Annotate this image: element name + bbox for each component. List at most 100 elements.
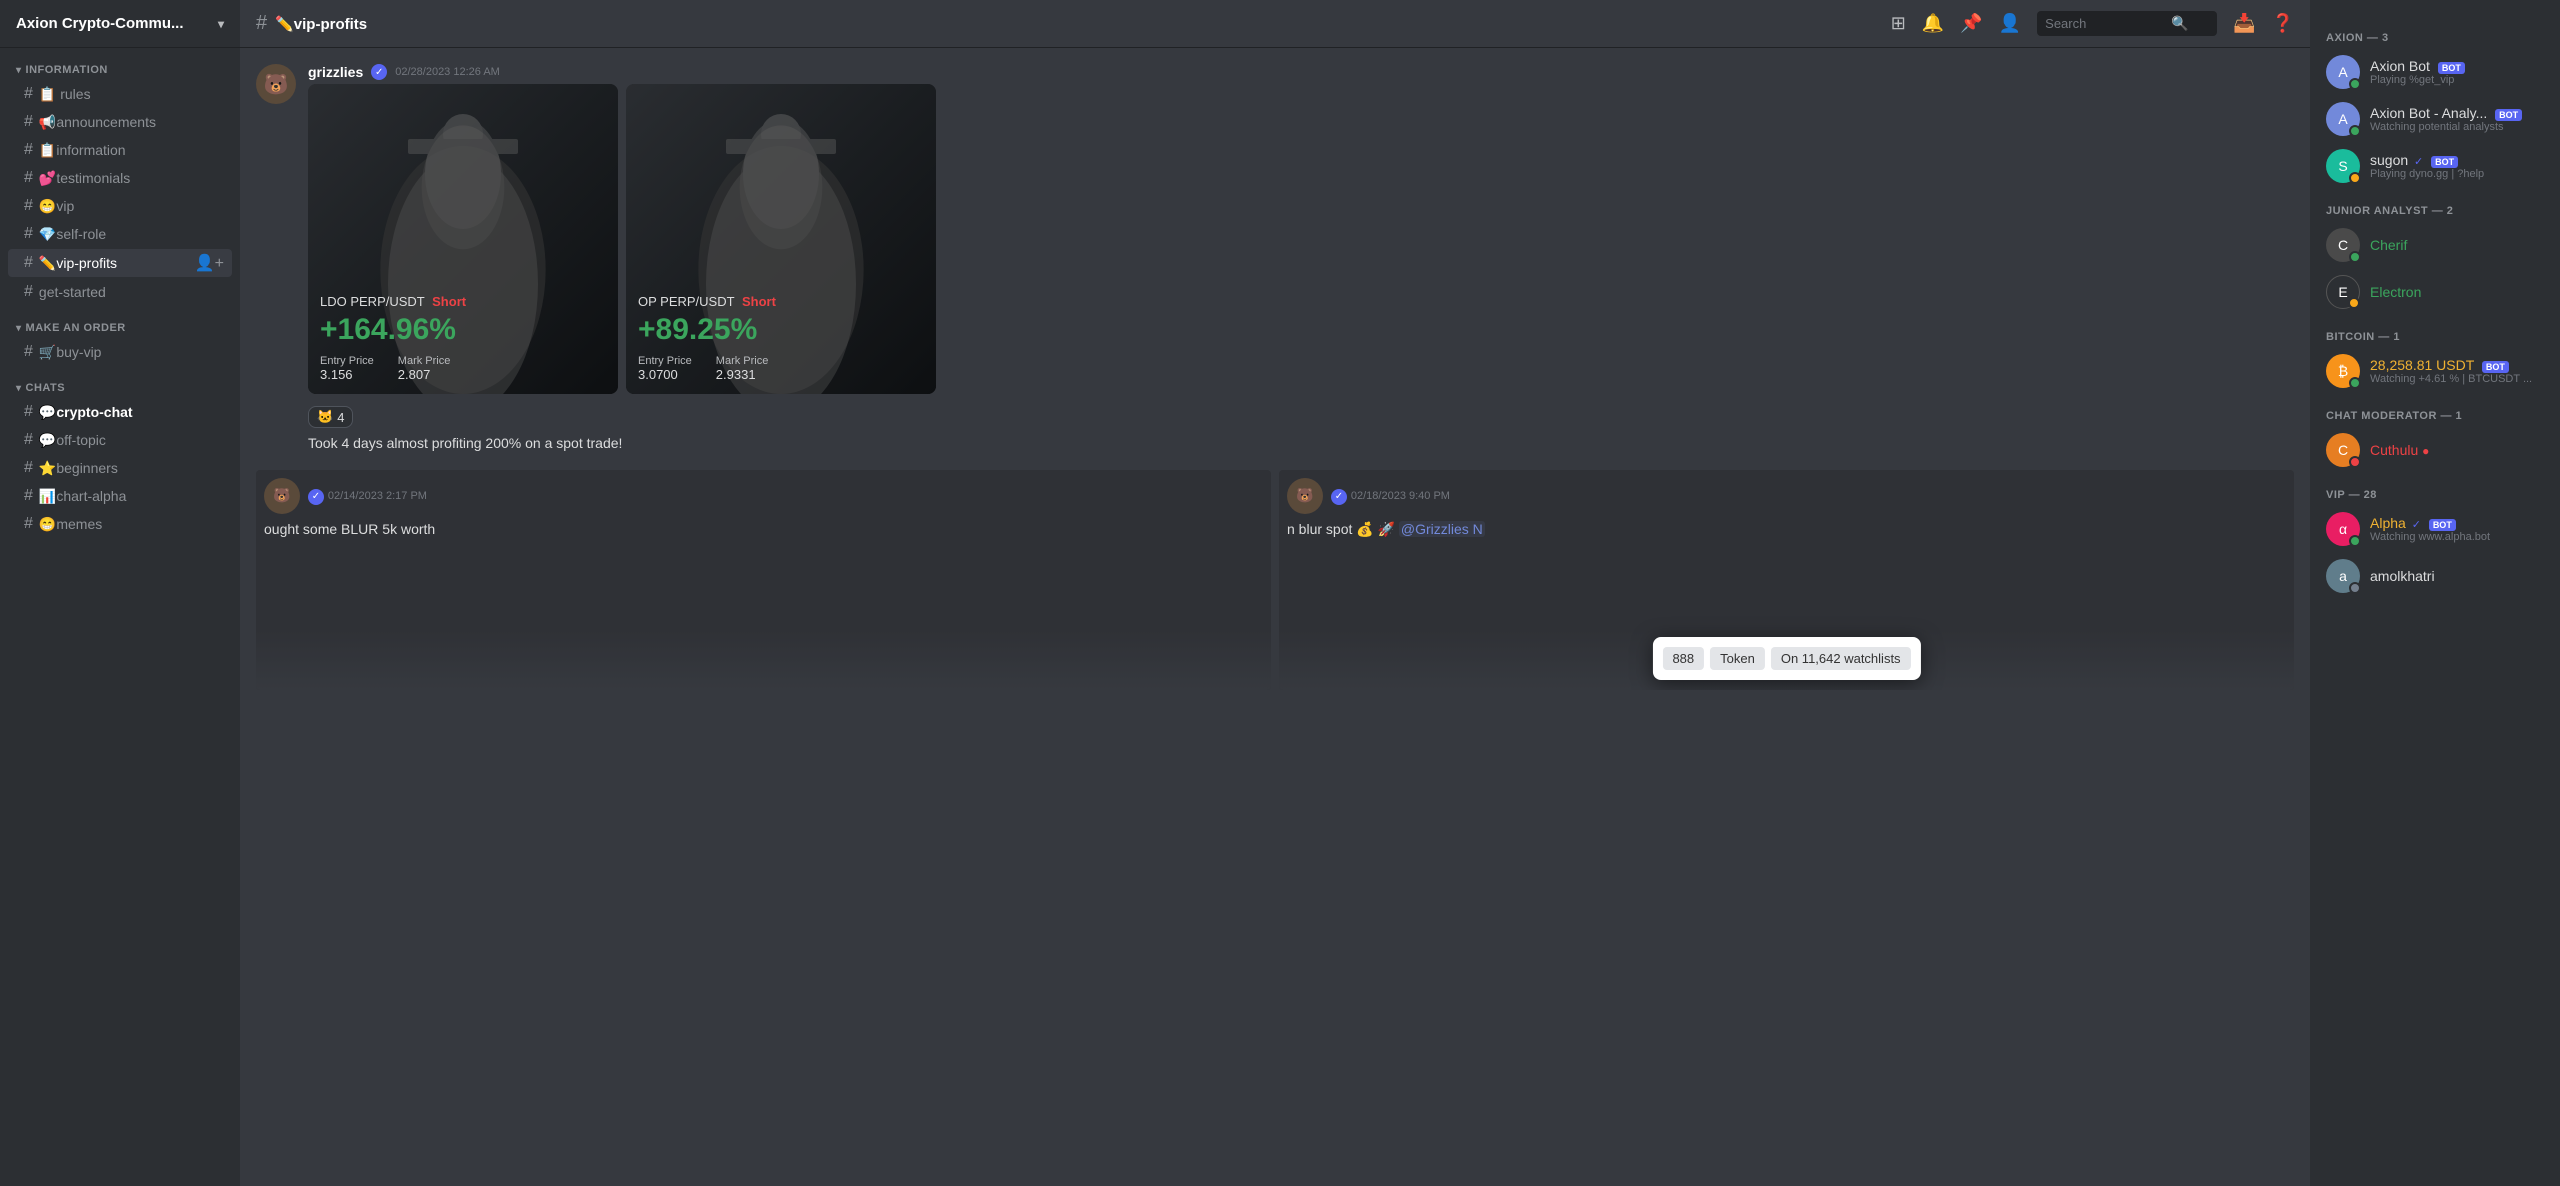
members-group-axion: AXION — 3	[2318, 24, 2552, 48]
verified-icon: ✓	[2412, 519, 2421, 531]
channel-rules[interactable]: # 📋 rules	[8, 81, 232, 107]
trade-pair: LDO PERP/USDT Short	[320, 294, 606, 309]
partial-meta-right: 🐻 ✓ 02/18/2023 9:40 PM	[1287, 478, 2286, 514]
trade-pair-2: OP PERP/USDT Short	[638, 294, 924, 309]
pin-icon[interactable]: 📌	[1960, 13, 1982, 34]
main-content: # ✏️vip-profits ⊞ 🔔 📌 👤 🔍 📥 ❓ 🐻 grizzlie…	[240, 0, 2310, 1186]
popup-tag-number[interactable]: 888	[1662, 647, 1704, 670]
entry-price: Entry Price 3.156	[320, 355, 374, 382]
avatar: α	[2326, 512, 2360, 546]
channel-chart-alpha[interactable]: # 📊chart-alpha	[8, 483, 232, 509]
member-status: Playing dyno.gg | ?help	[2370, 168, 2544, 180]
caret-icon: ▾	[16, 65, 22, 76]
help-icon[interactable]: ❓	[2272, 13, 2294, 34]
hash-icon: #	[24, 403, 33, 421]
hash-icon: #	[24, 113, 33, 131]
channel-beginners[interactable]: # ⭐beginners	[8, 455, 232, 481]
mark-price-2: Mark Price 2.9331	[716, 355, 769, 382]
partial-verified-right: ✓	[1331, 489, 1347, 505]
member-name: Alpha ✓ BOT	[2370, 515, 2544, 531]
member-alpha[interactable]: α Alpha ✓ BOT Watching www.alpha.bot	[2318, 506, 2552, 552]
member-amolkhatri[interactable]: a amolkhatri	[2318, 553, 2552, 599]
channel-vip-profits[interactable]: # ✏️vip-profits 👤+	[8, 249, 232, 277]
hashtag-icon[interactable]: ⊞	[1891, 13, 1906, 34]
search-input[interactable]	[2045, 16, 2165, 31]
members-icon[interactable]: 👤	[1999, 13, 2021, 34]
member-name: Axion Bot - Analy... BOT	[2370, 105, 2544, 121]
add-member-icon[interactable]: 👤+	[195, 253, 224, 273]
partial-msg-left: 🐻 ✓ 02/14/2023 2:17 PM ought some BLUR 5…	[256, 470, 1271, 690]
trade-card-1: LDO PERP/USDT Short +164.96% Entry Price…	[308, 84, 618, 394]
member-electron[interactable]: E Electron	[2318, 269, 2552, 315]
channel-information[interactable]: # 📋information	[8, 137, 232, 163]
hash-icon: #	[24, 487, 33, 505]
hash-icon: #	[24, 515, 33, 533]
partial-avatar-right: 🐻	[1287, 478, 1323, 514]
status-dot-online	[2349, 251, 2361, 263]
member-axion-bot[interactable]: A Axion Bot BOT Playing %get_vip	[2318, 49, 2552, 95]
reaction[interactable]: 🐱 4	[308, 406, 353, 428]
member-sugon[interactable]: S sugon ✓ BOT Playing dyno.gg | ?help	[2318, 143, 2552, 189]
popup-tag-token[interactable]: Token	[1710, 647, 1765, 670]
member-info: sugon ✓ BOT Playing dyno.gg | ?help	[2370, 152, 2544, 180]
trade-card-2: OP PERP/USDT Short +89.25% Entry Price 3…	[626, 84, 936, 394]
message-group: 🐻 grizzlies ✓ 02/28/2023 12:26 AM	[256, 64, 2294, 454]
reaction-count: 4	[337, 410, 344, 425]
members-group-chat-moderator: CHAT MODERATOR — 1	[2318, 402, 2552, 426]
trade-percent-2: +89.25%	[638, 313, 924, 347]
member-info: Cherif	[2370, 237, 2544, 253]
channel-hash-icon: #	[256, 12, 267, 35]
member-name: Cherif	[2370, 237, 2544, 253]
section-chats[interactable]: ▾ CHATS	[0, 366, 240, 398]
avatar: A	[2326, 102, 2360, 136]
popup-tags-row: 888 Token On 11,642 watchlists	[1662, 647, 1910, 670]
channel-memes[interactable]: # 😁memes	[8, 511, 232, 537]
message-text: Took 4 days almost profiting 200% on a s…	[308, 434, 2294, 454]
channel-off-topic[interactable]: # 💬off-topic	[8, 427, 232, 453]
member-name: Electron	[2370, 284, 2544, 300]
members-sidebar: AXION — 3 A Axion Bot BOT Playing %get_v…	[2310, 0, 2560, 1186]
fade-overlay-left	[256, 630, 1271, 690]
channel-header: # ✏️vip-profits ⊞ 🔔 📌 👤 🔍 📥 ❓	[240, 0, 2310, 48]
member-name: Cuthulu ●	[2370, 442, 2544, 458]
search-bar[interactable]: 🔍	[2037, 11, 2217, 36]
channel-self-role[interactable]: # 💎self-role	[8, 221, 232, 247]
status-dot-online	[2349, 377, 2361, 389]
members-group-junior-analyst: JUNIOR ANALYST — 2	[2318, 197, 2552, 221]
server-header[interactable]: Axion Crypto-Commu... ▾	[0, 0, 240, 48]
member-info: Axion Bot - Analy... BOT Watching potent…	[2370, 105, 2544, 133]
channel-announcements[interactable]: # 📢announcements	[8, 109, 232, 135]
section-make-an-order[interactable]: ▾ MAKE AN ORDER	[0, 306, 240, 338]
member-status: Playing %get_vip	[2370, 74, 2544, 86]
trade-percent: +164.96%	[320, 313, 606, 347]
member-info: Cuthulu ●	[2370, 442, 2544, 458]
status-dot-online	[2349, 125, 2361, 137]
member-cherif[interactable]: C Cherif	[2318, 222, 2552, 268]
reaction-emoji: 🐱	[317, 409, 333, 425]
verified-badge: ✓	[371, 64, 387, 80]
member-name: Axion Bot BOT	[2370, 58, 2544, 74]
hash-icon: #	[24, 141, 33, 159]
popup-tag-watchlist[interactable]: On 11,642 watchlists	[1771, 647, 1911, 670]
mention: @Grizzlies N	[1399, 521, 1485, 537]
mute-icon[interactable]: 🔔	[1922, 13, 1944, 34]
channel-vip[interactable]: # 😁vip	[8, 193, 232, 219]
member-info: Electron	[2370, 284, 2544, 300]
message-meta: grizzlies ✓ 02/28/2023 12:26 AM	[308, 64, 2294, 80]
hash-icon: #	[24, 459, 33, 477]
inbox-icon[interactable]: 📥	[2233, 13, 2255, 34]
member-btc-price[interactable]: ₿ 28,258.81 USDT BOT Watching +4.61 % | …	[2318, 348, 2552, 394]
member-info: Alpha ✓ BOT Watching www.alpha.bot	[2370, 515, 2544, 543]
member-status: Watching www.alpha.bot	[2370, 531, 2544, 543]
channel-buy-vip[interactable]: # 🛒buy-vip	[8, 339, 232, 365]
member-name: 28,258.81 USDT BOT	[2370, 357, 2544, 373]
channel-get-started[interactable]: # get-started	[8, 279, 232, 305]
member-info: Axion Bot BOT Playing %get_vip	[2370, 58, 2544, 86]
member-cuthulu[interactable]: C Cuthulu ●	[2318, 427, 2552, 473]
channel-crypto-chat[interactable]: # 💬crypto-chat	[8, 399, 232, 425]
partial-verified-left: ✓	[308, 489, 324, 505]
direction-badge: Short	[432, 294, 466, 309]
section-information[interactable]: ▾ INFORMATION	[0, 48, 240, 80]
channel-testimonials[interactable]: # 💕testimonials	[8, 165, 232, 191]
member-axion-bot-analy[interactable]: A Axion Bot - Analy... BOT Watching pote…	[2318, 96, 2552, 142]
